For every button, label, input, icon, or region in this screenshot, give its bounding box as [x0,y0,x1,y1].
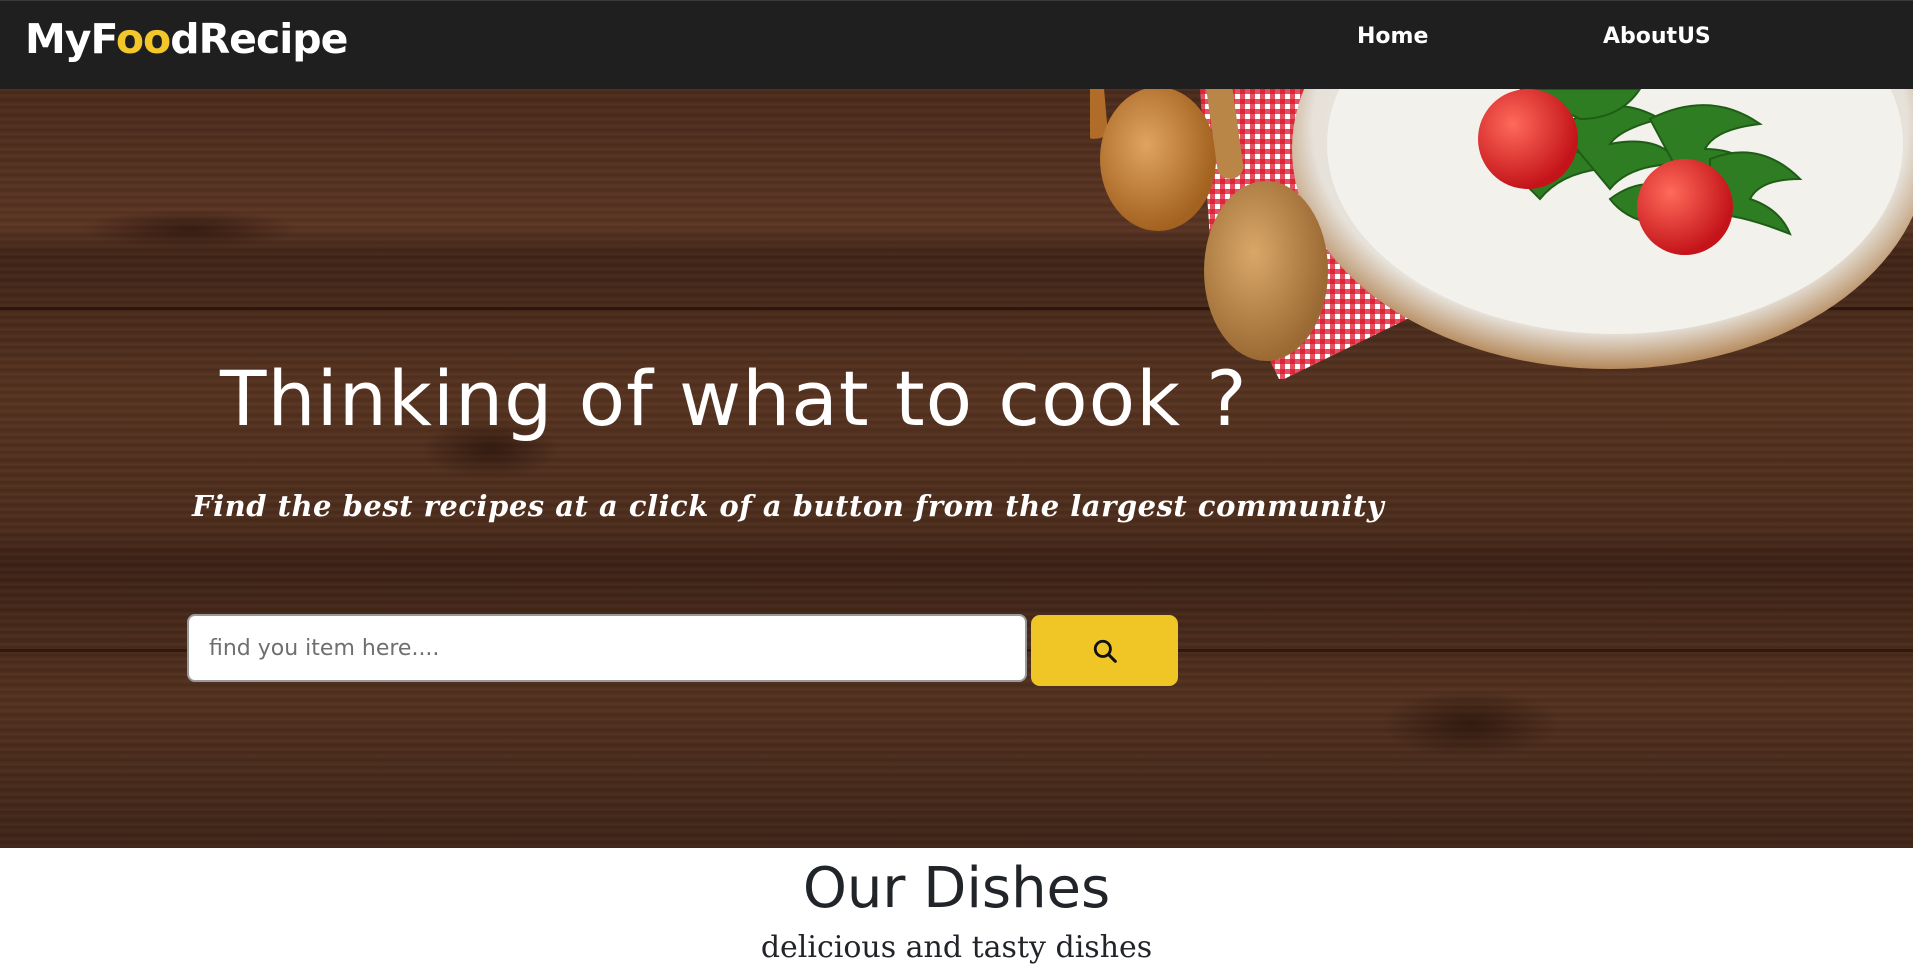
search-button[interactable] [1031,615,1178,686]
navbar: MyFoodRecipe Home AboutUS [0,0,1913,89]
hero-section: Thinking of what to cook ? Find the best… [0,89,1913,848]
nav-link-home[interactable]: Home [1357,20,1428,54]
brand-logo[interactable]: MyFoodRecipe [25,9,348,69]
search-icon [1093,639,1117,663]
food-plate-image [1090,89,1913,379]
wood-knot [1380,689,1560,759]
section-subtitle: delicious and tasty dishes [760,930,1153,965]
hero-subtitle: Find the best recipes at a click of a bu… [192,489,1385,523]
brand-accent: oo [115,15,171,63]
wood-knot [80,209,300,249]
brand-part-1: MyF [25,15,117,63]
hero-title: Thinking of what to cook ? [220,354,1248,443]
brand-part-2: dRecipe [170,15,348,63]
section-title-our-dishes: Our Dishes [802,856,1111,921]
search-input[interactable] [187,614,1027,682]
nav-link-about-us[interactable]: AboutUS [1603,20,1711,54]
